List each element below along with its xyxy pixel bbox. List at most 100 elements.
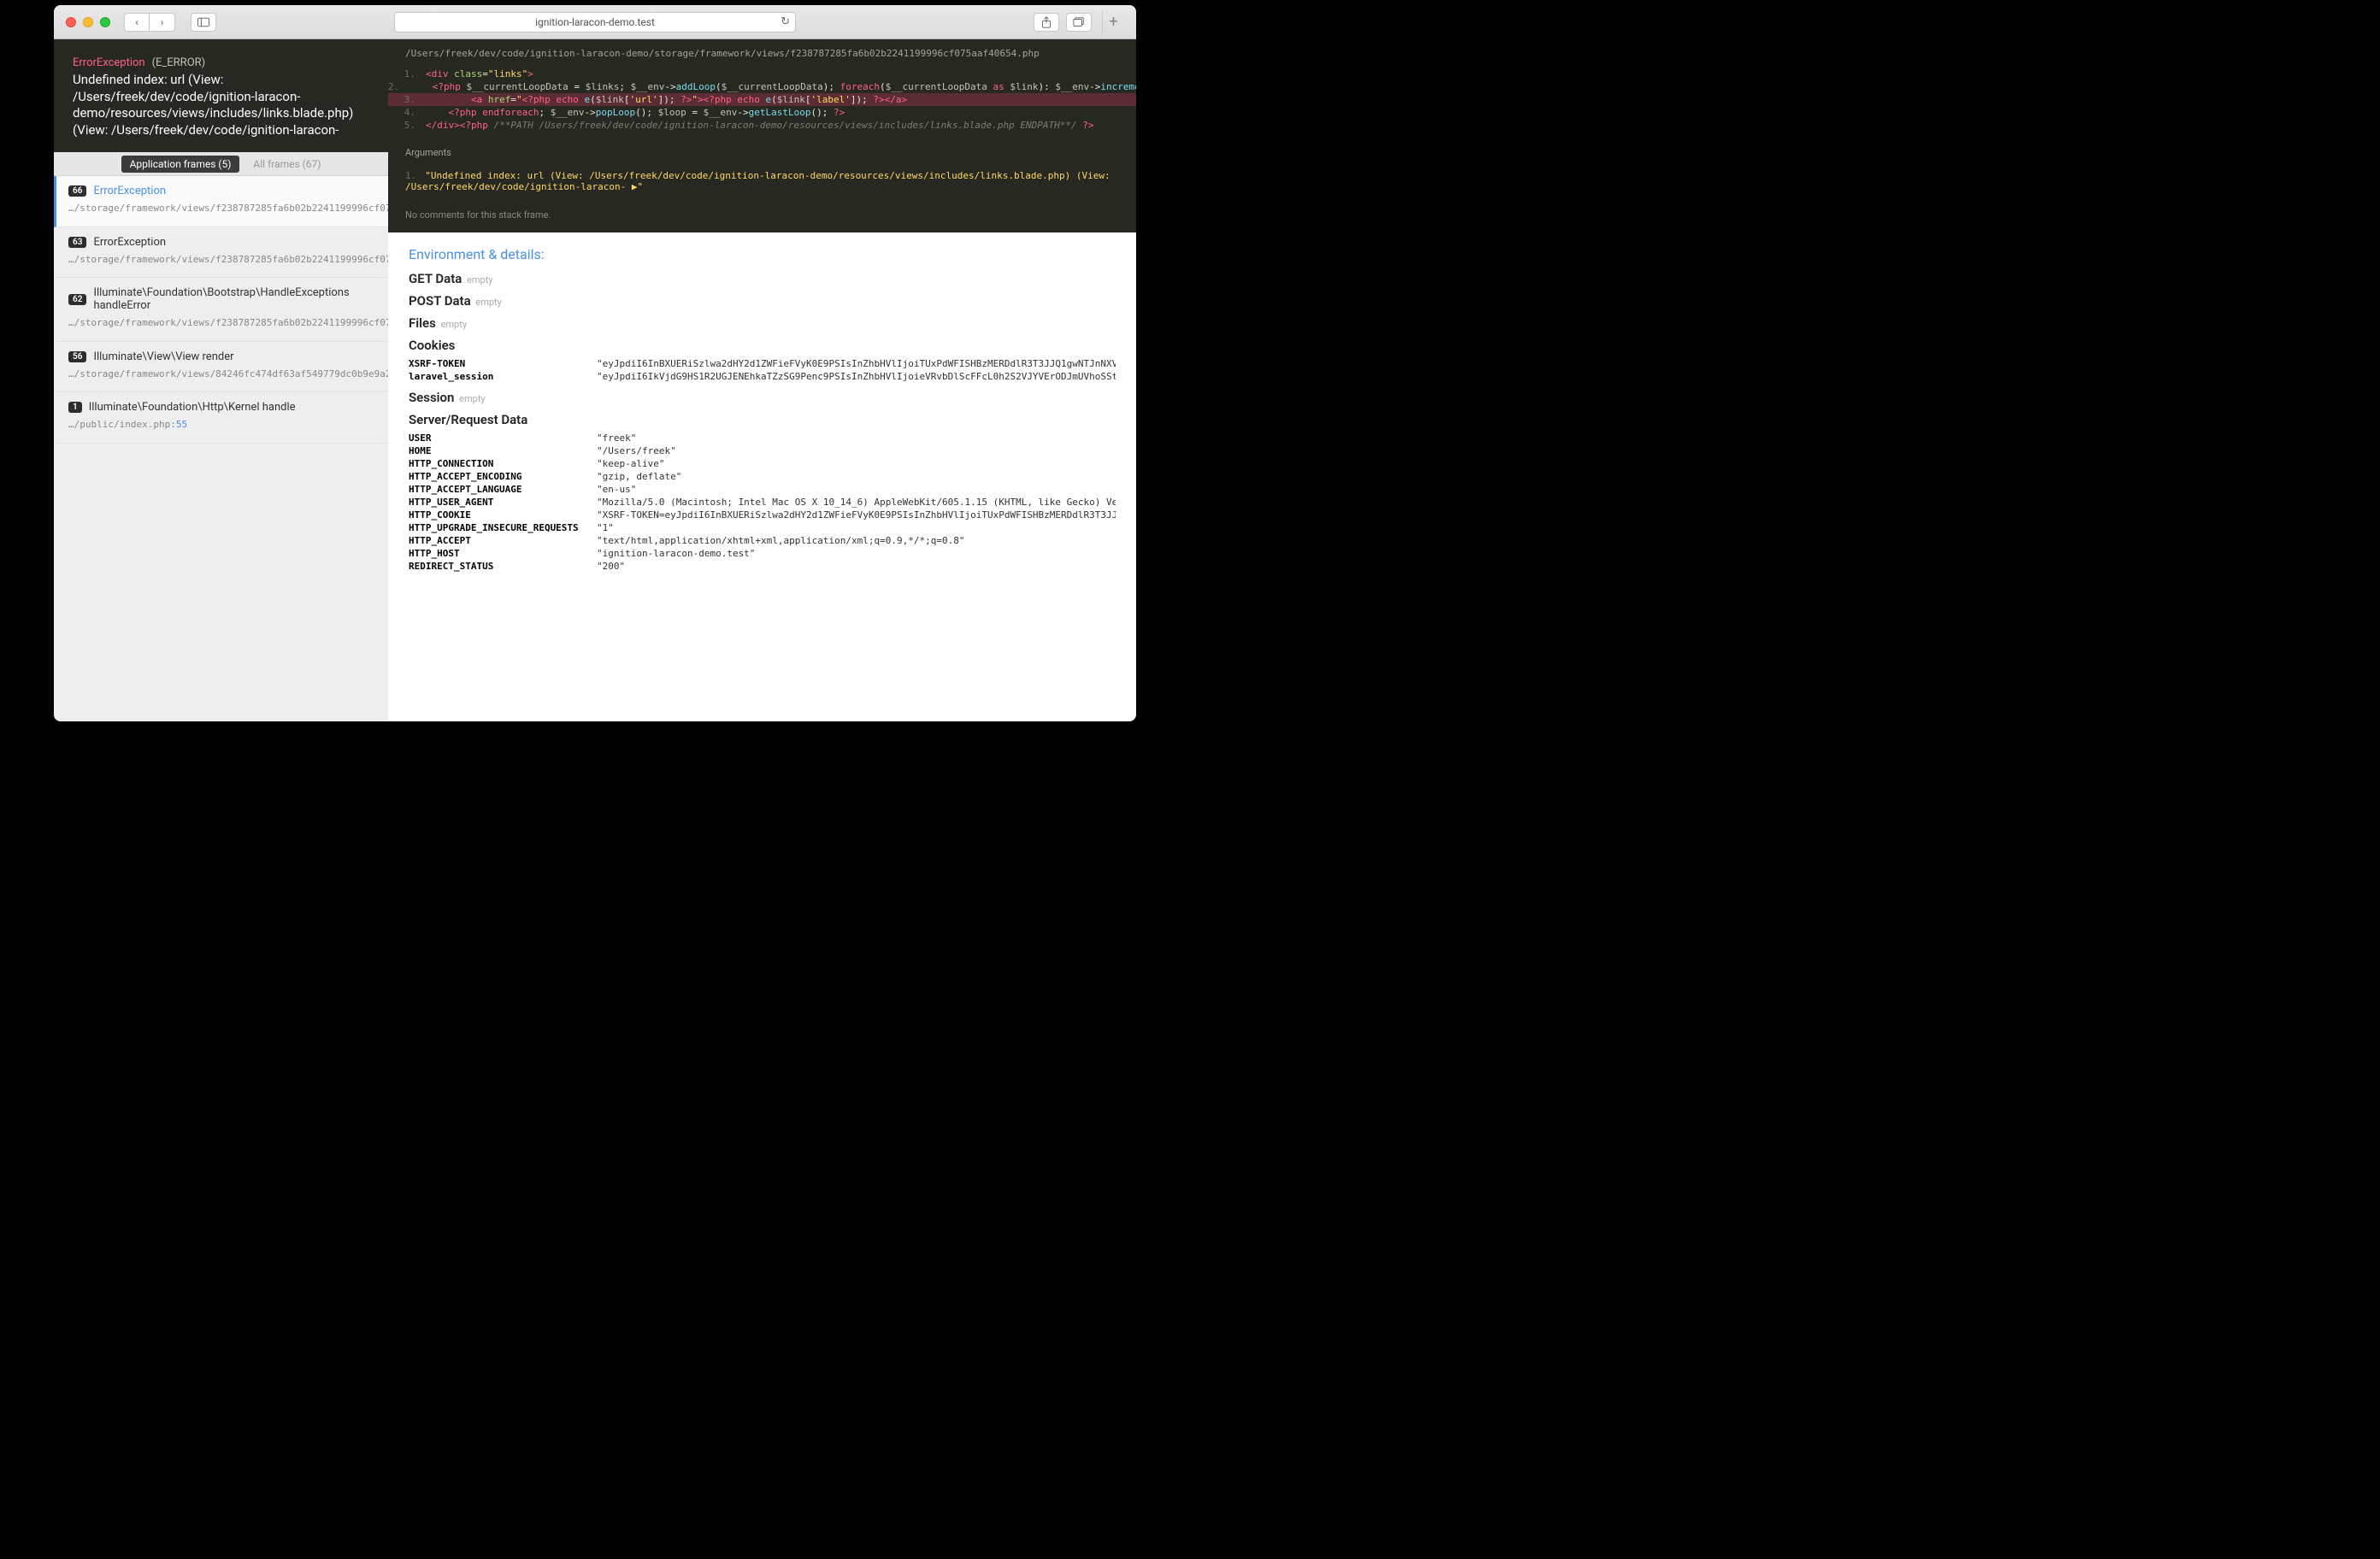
kv-row: HTTP_ACCEPT "text/html,application/xhtml+… — [409, 534, 1116, 547]
frames-list: 66 ErrorException …/storage/framework/view… — [54, 176, 388, 721]
share-icon — [1040, 16, 1052, 28]
error-message: Undefined index: url (View: /Users/freek… — [73, 72, 369, 138]
stack-frame[interactable]: 63 ErrorException …/storage/framework/view… — [54, 227, 388, 279]
left-panel: ErrorException (E_ERROR) Undefined index… — [54, 39, 388, 721]
kv-row: HTTP_CONNECTION "keep-alive" — [409, 457, 1116, 470]
env-title: Environment & details: — [409, 246, 1116, 262]
code-block: 1.<div class="links"> 2. <?php $__curren… — [388, 64, 1136, 140]
page-content: ErrorException (E_ERROR) Undefined index… — [54, 39, 1136, 721]
kv-row: laravel_session "eyJpdiI6IkVjdG9HS1R2UGJE… — [409, 370, 1116, 383]
kv-key: laravel_session — [409, 371, 590, 382]
frame-number: 62 — [68, 294, 86, 305]
titlebar: ‹ › ignition-laracon-demo.test ↻ + — [54, 5, 1136, 39]
maximize-button[interactable] — [100, 17, 110, 27]
cookies-table: XSRF-TOKEN "eyJpdiI6InBXUERiSzlwa2dHY2d1Z… — [409, 357, 1116, 383]
frame-path: …/storage/framework/views/f238787285fa6b… — [68, 253, 376, 268]
browser-window: ‹ › ignition-laracon-demo.test ↻ + Error… — [54, 5, 1136, 721]
right-panel: /Users/freek/dev/code/ignition-laracon-d… — [388, 39, 1136, 721]
close-button[interactable] — [66, 17, 76, 27]
frame-number: 66 — [68, 185, 86, 197]
frame-tabs: Application frames (5) All frames (67) — [54, 152, 388, 176]
frame-path: …/storage/framework/views/f238787285fa6b… — [68, 316, 376, 331]
environment-section: Environment & details: GET Data empty PO… — [388, 232, 1136, 598]
kv-key: HTTP_UPGRADE_INSECURE_REQUESTS — [409, 522, 590, 533]
kv-value: "XSRF-TOKEN=eyJpdiI6InBXUERiSzlwa2dHY2d1… — [597, 509, 1116, 521]
stack-frame[interactable]: 1 Illuminate\Foundation\Http\Kernel handl… — [54, 392, 388, 444]
section-get: GET Data empty — [409, 271, 1116, 286]
frame-number: 63 — [68, 237, 86, 248]
kv-key: HTTP_COOKIE — [409, 509, 590, 521]
section-session: Session empty — [409, 390, 1116, 405]
sidebar-toggle[interactable] — [191, 13, 216, 32]
kv-value: "freek" — [597, 432, 636, 444]
kv-row: HTTP_ACCEPT_LANGUAGE "en-us" — [409, 483, 1116, 496]
server-table: USER"freek"HOME"/Users/freek"HTTP_CONNEC… — [409, 432, 1116, 573]
kv-key: XSRF-TOKEN — [409, 358, 590, 369]
kv-row: HOME "/Users/freek" — [409, 444, 1116, 457]
frame-name: Illuminate\Foundation\Http\Kernel handle — [89, 401, 296, 414]
error-header: ErrorException (E_ERROR) Undefined index… — [54, 39, 388, 152]
tab-app-frames[interactable]: Application frames (5) — [121, 156, 240, 173]
back-button[interactable]: ‹ — [124, 13, 150, 32]
kv-row: REDIRECT_STATUS "200" — [409, 560, 1116, 573]
kv-value: "200" — [597, 561, 625, 572]
no-comments: No comments for this stack frame. — [388, 203, 1136, 232]
kv-row: HTTP_USER_AGENT "Mozilla/5.0 (Macintosh; … — [409, 496, 1116, 509]
tab-all-frames[interactable]: All frames (67) — [253, 158, 321, 170]
kv-row: XSRF-TOKEN "eyJpdiI6InBXUERiSzlwa2dHY2d1Z… — [409, 357, 1116, 370]
kv-value: "Mozilla/5.0 (Macintosh; Intel Mac OS X … — [597, 497, 1116, 508]
frame-name: ErrorException — [93, 185, 166, 197]
frame-path: …/storage/framework/views/84246fc474df63… — [68, 368, 376, 382]
tabs-button[interactable] — [1066, 13, 1092, 32]
error-code: (E_ERROR) — [152, 56, 206, 69]
kv-row: HTTP_UPGRADE_INSECURE_REQUESTS "1" — [409, 521, 1116, 534]
stack-frame[interactable]: 56 Illuminate\View\View render …/storage/f… — [54, 342, 388, 393]
reload-icon[interactable]: ↻ — [781, 15, 790, 28]
section-server: Server/Request Data — [409, 412, 1116, 427]
code-file-path: /Users/freek/dev/code/ignition-laracon-d… — [388, 39, 1136, 64]
share-button[interactable] — [1034, 13, 1059, 32]
stack-frame[interactable]: 62 Illuminate\Foundation\Bootstrap\Handle… — [54, 278, 388, 342]
section-post: POST Data empty — [409, 293, 1116, 309]
sidebar-icon — [197, 16, 209, 28]
kv-key: USER — [409, 432, 590, 444]
kv-value: "text/html,application/xhtml+xml,applica… — [597, 535, 964, 546]
forward-button[interactable]: › — [150, 13, 175, 32]
frame-number: 56 — [68, 351, 86, 362]
kv-value: "eyJpdiI6IkVjdG9HS1R2UGJENEhkaTZzSG9Penc… — [597, 371, 1116, 382]
new-tab-button[interactable]: + — [1102, 11, 1124, 33]
address-bar[interactable]: ignition-laracon-demo.test ↻ — [394, 12, 796, 32]
section-files: Files empty — [409, 315, 1116, 331]
frame-number: 1 — [68, 402, 82, 413]
frame-name: Illuminate\Foundation\Bootstrap\HandleEx… — [93, 286, 376, 312]
kv-key: HTTP_ACCEPT_LANGUAGE — [409, 484, 590, 495]
kv-value: "keep-alive" — [597, 458, 664, 469]
kv-value: "1" — [597, 522, 614, 533]
section-cookies: Cookies — [409, 338, 1116, 353]
kv-key: REDIRECT_STATUS — [409, 561, 590, 572]
kv-key: HOME — [409, 445, 590, 456]
stack-frame[interactable]: 66 ErrorException …/storage/framework/view… — [54, 176, 388, 227]
kv-key: HTTP_USER_AGENT — [409, 497, 590, 508]
kv-value: "/Users/freek" — [597, 445, 676, 456]
frame-path: …/public/index.php:55 — [68, 418, 376, 432]
kv-value: "ignition-laracon-demo.test" — [597, 548, 755, 559]
kv-key: HTTP_ACCEPT_ENCODING — [409, 471, 590, 482]
kv-row: USER "freek" — [409, 432, 1116, 444]
kv-value: "gzip, deflate" — [597, 471, 681, 482]
kv-row: HTTP_ACCEPT_ENCODING "gzip, deflate" — [409, 470, 1116, 483]
kv-value: "eyJpdiI6InBXUERiSzlwa2dHY2d1ZWFieFVyK0E… — [597, 358, 1116, 369]
frame-name: ErrorException — [93, 236, 166, 249]
kv-key: HTTP_HOST — [409, 548, 590, 559]
traffic-lights — [66, 17, 110, 27]
kv-key: HTTP_ACCEPT — [409, 535, 590, 546]
kv-key: HTTP_CONNECTION — [409, 458, 590, 469]
tabs-icon — [1073, 16, 1085, 28]
kv-value: "en-us" — [597, 484, 636, 495]
kv-row: HTTP_HOST "ignition-laracon-demo.test" — [409, 547, 1116, 560]
url-text: ignition-laracon-demo.test — [535, 16, 655, 28]
frame-path: …/storage/framework/views/f238787285fa6b… — [68, 202, 376, 216]
kv-row: HTTP_COOKIE "XSRF-TOKEN=eyJpdiI6InBXUERiS… — [409, 509, 1116, 521]
frame-name: Illuminate\View\View render — [93, 350, 233, 363]
minimize-button[interactable] — [83, 17, 93, 27]
